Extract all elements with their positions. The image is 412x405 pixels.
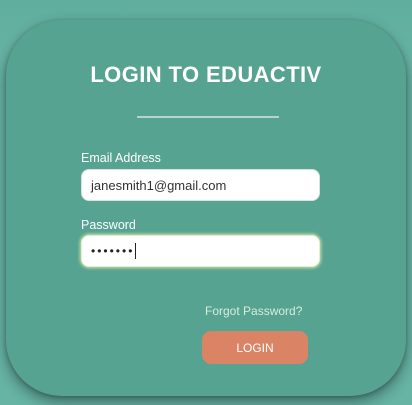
password-field[interactable]: •••••••: [81, 235, 320, 267]
email-field[interactable]: janesmith1@gmail.com: [81, 169, 320, 201]
password-label: Password: [81, 218, 136, 232]
password-value: •••••••: [91, 244, 135, 258]
page-title: LOGIN TO EDUACTIV: [90, 62, 322, 87]
title-divider: [137, 116, 279, 118]
email-value: janesmith1@gmail.com: [91, 177, 227, 193]
text-caret: [135, 243, 137, 259]
forgot-password-link[interactable]: Forgot Password?: [205, 304, 302, 318]
email-label: Email Address: [81, 151, 161, 165]
login-button[interactable]: LOGIN: [202, 331, 308, 364]
login-card: LOGIN TO EDUACTIV Email Address janesmit…: [6, 20, 406, 396]
